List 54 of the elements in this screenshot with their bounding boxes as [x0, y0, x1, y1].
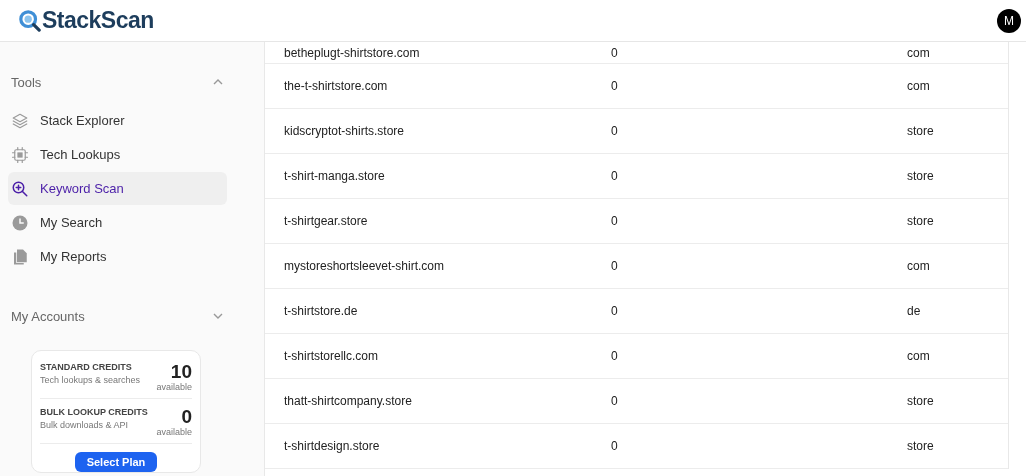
table-cell: store [907, 124, 934, 138]
credit-unit: available [156, 427, 192, 437]
table-cell: 0 [611, 394, 618, 408]
documents-icon [11, 247, 29, 266]
credit-title: BULK LOOKUP CREDITS [40, 407, 148, 417]
user-avatar[interactable]: M [997, 8, 1021, 33]
select-plan-button[interactable]: Select Plan [74, 452, 158, 472]
table-cell: the-t-shirtstore.com [284, 79, 388, 93]
table-cell: t-shirt-manga.store [284, 169, 385, 183]
table-cell: store [907, 214, 934, 228]
clock-icon [11, 213, 29, 232]
table-cell: mystoreshortsleevet-shirt.com [284, 259, 445, 273]
table-cell: com [907, 349, 930, 363]
table-cell: 0 [611, 259, 618, 273]
chip-icon [11, 145, 29, 164]
table-cell: 0 [611, 79, 618, 93]
table-cell: kidscryptot-shirts.store [284, 124, 405, 138]
credit-count: 10 [169, 362, 192, 381]
table-cell: t-shirtstore.de [284, 304, 358, 318]
table-cell: 0 [611, 214, 618, 228]
table-cell: thatt-shirtcompany.store [284, 394, 412, 408]
table-cell: store [907, 394, 934, 408]
layers-icon [11, 111, 29, 130]
sidebar-item[interactable]: Keyword Scan [8, 172, 227, 205]
zoom-in-icon [11, 179, 29, 198]
table-cell: com [907, 79, 930, 93]
section-title[interactable]: My Accounts [11, 308, 85, 324]
section-title[interactable]: Tools [11, 74, 42, 90]
table-cell: store [907, 439, 934, 453]
logo-text[interactable]: StackScan [42, 7, 154, 34]
logo-icon [19, 9, 41, 32]
table-cell: 0 [611, 45, 618, 60]
sidebar-item[interactable]: Tech Lookups [8, 138, 227, 171]
sidebar-item[interactable]: Stack Explorer [8, 104, 227, 137]
table-cell: betheplugt-shirtstore.com [284, 45, 420, 60]
table-cell: com [907, 45, 930, 60]
table-cell: de [907, 304, 921, 318]
table-cell: com [907, 259, 930, 273]
credit-description: Tech lookups & searches [40, 375, 141, 385]
table-cell: 0 [611, 169, 618, 183]
table-cell: 0 [611, 349, 618, 363]
credit-unit: available [156, 382, 192, 392]
table-cell: 0 [611, 439, 618, 453]
sidebar-item[interactable]: My Search [8, 206, 227, 239]
credit-description: Bulk downloads & API [40, 420, 130, 430]
credit-title: STANDARD CREDITS [40, 362, 133, 372]
table-cell: store [907, 169, 934, 183]
table-cell: t-shirtdesign.store [284, 439, 380, 453]
table-cell: t-shirtstorellc.com [284, 349, 378, 363]
table-cell: 0 [611, 304, 618, 318]
table-cell: 0 [611, 124, 618, 138]
table-cell: t-shirtgear.store [284, 214, 368, 228]
credit-count: 0 [180, 407, 192, 426]
sidebar-item[interactable]: My Reports [8, 240, 227, 273]
